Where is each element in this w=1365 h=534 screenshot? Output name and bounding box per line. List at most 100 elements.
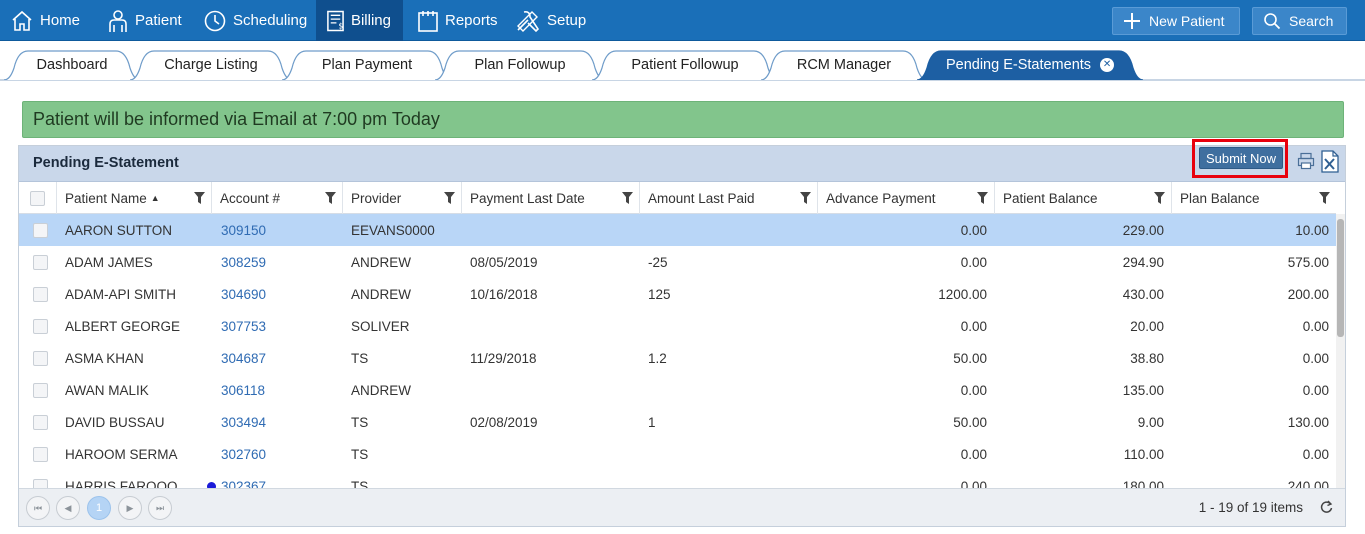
first-page-button[interactable]: ⏮ [26, 496, 50, 520]
tab-pending-e-statements[interactable]: Pending E-Statements ✕ [917, 50, 1143, 80]
plan-balance-cell: 0.00 [1302, 446, 1329, 462]
account-number[interactable]: 302760 [221, 447, 266, 462]
prev-page-button[interactable]: ◀ [56, 496, 80, 520]
account-link[interactable]: 307753 [221, 310, 341, 342]
nav-patient[interactable]: Patient [97, 0, 194, 41]
tab-patient-followup[interactable]: Patient Followup [592, 50, 778, 80]
new-patient-button[interactable]: New Patient [1112, 7, 1240, 35]
plan-balance-cell: 575.00 [1287, 254, 1329, 270]
row-checkbox[interactable] [33, 446, 48, 462]
row-checkbox[interactable] [33, 318, 48, 334]
col-provider[interactable]: Provider [343, 182, 462, 214]
row-checkbox[interactable] [33, 350, 48, 366]
table-row[interactable]: HARRIS FAROOQ 302367 TS 0.00 180.00 240.00 [19, 470, 1336, 488]
account-link[interactable]: 302367 [207, 470, 327, 488]
refresh-icon[interactable] [1320, 500, 1333, 514]
col-payment-last-date[interactable]: Payment Last Date [462, 182, 640, 214]
row-checkbox[interactable] [33, 286, 48, 302]
col-patient-name[interactable]: Patient Name ▲ [57, 182, 212, 214]
account-number[interactable]: 307753 [221, 319, 266, 334]
pending-e-statement-grid: Pending E-Statement Submit Now Patient N… [18, 139, 1346, 527]
header-select-all [19, 182, 57, 214]
patient-name-cell: DAVID BUSSAU [65, 414, 165, 430]
provider-cell: TS [351, 446, 369, 462]
tab-charge-listing[interactable]: Charge Listing [130, 50, 292, 80]
account-link[interactable]: 306118 [221, 374, 341, 406]
vertical-scrollbar[interactable] [1336, 214, 1345, 488]
filter-icon[interactable] [194, 192, 205, 204]
nav-scheduling[interactable]: Scheduling [193, 0, 319, 41]
col-amount-last-paid[interactable]: Amount Last Paid [640, 182, 818, 214]
plan-balance-cell: 0.00 [1302, 318, 1329, 334]
account-number[interactable]: 304687 [221, 351, 266, 366]
tab-label: Dashboard [36, 57, 108, 73]
tab-rcm-manager[interactable]: RCM Manager [761, 50, 927, 80]
filter-icon[interactable] [325, 192, 336, 204]
select-all-checkbox[interactable] [30, 190, 45, 206]
tab-plan-payment[interactable]: Plan Payment [282, 50, 452, 80]
table-row[interactable]: AARON SUTTON 309150 EEVANS0000 0.00 229.00 10… [19, 214, 1336, 246]
table-row[interactable]: ASMA KHAN 304687 TS 11/29/2018 1.2 50.00 38.80… [19, 342, 1336, 374]
row-checkbox[interactable] [33, 254, 48, 270]
account-link[interactable]: 302760 [221, 438, 341, 470]
scrollbar-thumb[interactable] [1337, 219, 1344, 337]
excel-export-icon[interactable] [1320, 150, 1340, 173]
account-number[interactable]: 302367 [221, 479, 266, 489]
account-link[interactable]: 308259 [221, 246, 341, 278]
nav-billing-label: Billing [350, 12, 391, 29]
account-link[interactable]: 303494 [221, 406, 341, 438]
account-link[interactable]: 304687 [221, 342, 341, 374]
account-number[interactable]: 309150 [221, 223, 266, 238]
account-number[interactable]: 303494 [221, 415, 266, 430]
table-row[interactable]: ADAM-API SMITH 304690 ANDREW 10/16/2018 125 1… [19, 278, 1336, 310]
filter-icon[interactable] [1319, 192, 1330, 204]
submit-now-button[interactable]: Submit Now [1199, 147, 1283, 169]
tab-plan-followup[interactable]: Plan Followup [435, 50, 605, 80]
table-row[interactable]: HAROOM SERMA 302760 TS 0.00 110.00 0.00 [19, 438, 1336, 470]
account-number[interactable]: 308259 [221, 255, 266, 270]
tab-dashboard[interactable]: Dashboard [4, 50, 140, 80]
table-row[interactable]: DAVID BUSSAU 303494 TS 02/08/2019 1 50.00 9.00… [19, 406, 1336, 438]
submit-highlight: Submit Now [1192, 139, 1288, 178]
patient-name-cell: HARRIS FAROOQ [65, 478, 178, 489]
advance-payment-cell: 0.00 [960, 318, 987, 334]
row-checkbox[interactable] [33, 478, 48, 488]
col-patient-balance[interactable]: Patient Balance [995, 182, 1172, 214]
next-page-button[interactable]: ▶ [118, 496, 142, 520]
filter-icon[interactable] [800, 192, 811, 204]
tab-label: Charge Listing [164, 57, 258, 73]
filter-icon[interactable] [977, 192, 988, 204]
search-button[interactable]: Search [1252, 7, 1347, 35]
patient-name-cell: ALBERT GEORGE [65, 318, 181, 334]
nav-setup[interactable]: Setup [505, 0, 598, 41]
amount-last-paid-cell: -25 [648, 254, 668, 270]
filter-icon[interactable] [622, 192, 633, 204]
account-number[interactable]: 306118 [221, 383, 265, 398]
amount-last-paid-cell: 125 [648, 286, 671, 302]
row-checkbox[interactable] [33, 414, 48, 430]
table-row[interactable]: AWAN MALIK 306118 ANDREW 0.00 135.00 0.00 [19, 374, 1336, 406]
col-account[interactable]: Account # [212, 182, 343, 214]
filter-icon[interactable] [444, 192, 455, 204]
print-icon[interactable] [1297, 152, 1315, 170]
row-checkbox[interactable] [33, 222, 48, 238]
filter-icon[interactable] [1154, 192, 1165, 204]
nav-reports-label: Reports [445, 12, 498, 29]
close-tab-icon[interactable]: ✕ [1100, 58, 1115, 72]
col-plan-balance[interactable]: Plan Balance [1172, 182, 1336, 214]
table-row[interactable]: ALBERT GEORGE 307753 SOLIVER 0.00 20.00 0.00 [19, 310, 1336, 342]
patient-balance-cell: 9.00 [1137, 414, 1164, 430]
account-link[interactable]: 304690 [221, 278, 341, 310]
account-link[interactable]: 309150 [221, 214, 341, 246]
account-number[interactable]: 304690 [221, 287, 266, 302]
nav-reports[interactable]: Reports [407, 0, 510, 41]
table-row[interactable]: ADAM JAMES 308259 ANDREW 08/05/2019 -25 0.00 2… [19, 246, 1336, 278]
col-advance-payment[interactable]: Advance Payment [818, 182, 995, 214]
tab-label: RCM Manager [796, 57, 892, 73]
nav-home[interactable]: Home [0, 0, 92, 41]
nav-billing[interactable]: $ Billing [316, 0, 403, 41]
last-page-button[interactable]: ⏭ [148, 496, 172, 520]
row-checkbox[interactable] [33, 382, 48, 398]
patient-name-cell: ADAM-API SMITH [65, 286, 177, 302]
current-page-button[interactable]: 1 [87, 496, 111, 520]
